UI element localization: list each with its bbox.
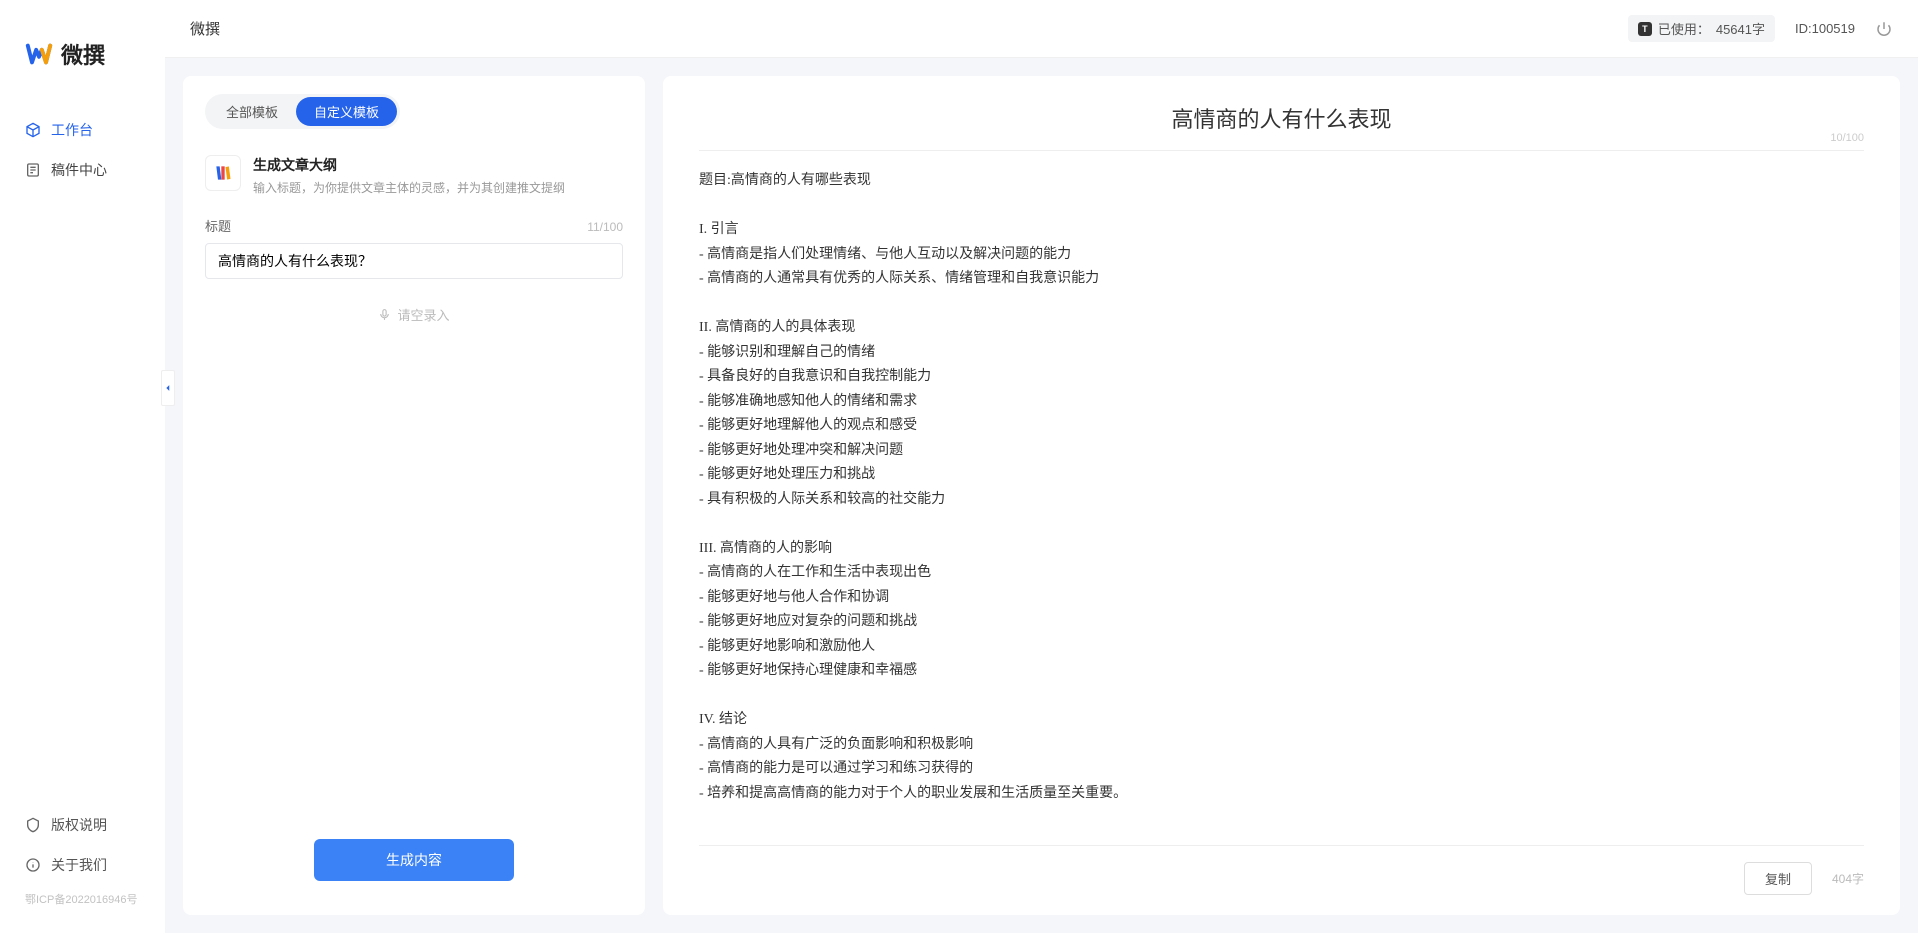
topbar-right: T 已使用： 45641字 ID:100519 [1628, 15, 1893, 42]
template-card: 生成文章大纲 输入标题，为你提供文章主体的灵感，并为其创建推文提纲 [205, 149, 623, 216]
user-id: ID:100519 [1795, 21, 1855, 36]
output-footer: 复制 404字 [699, 845, 1864, 895]
info-icon [25, 857, 41, 873]
template-tabs: 全部模板 自定义模板 [205, 94, 400, 129]
generate-button[interactable]: 生成内容 [314, 839, 514, 881]
text-icon: T [1638, 22, 1652, 36]
template-desc: 输入标题，为你提供文章主体的灵感，并为其创建推文提纲 [253, 179, 565, 196]
voice-hint-text: 请空录入 [397, 305, 449, 324]
voice-input-hint[interactable]: 请空录入 [205, 293, 623, 336]
nav-label: 工作台 [51, 120, 93, 140]
logo-text: 微撰 [61, 38, 105, 70]
output-panel: 高情商的人有什么表现 10/100 题目:高情商的人有哪些表现 I. 引言 - … [663, 76, 1900, 915]
output-word-count: 404字 [1832, 870, 1864, 887]
nav-label: 版权说明 [51, 815, 107, 835]
document-icon [25, 162, 41, 178]
title-char-count: 11/100 [587, 220, 623, 234]
left-panel: 全部模板 自定义模板 生成文章大纲 输入标题，为你提供文章主体的灵感，并为其创建… [183, 76, 645, 915]
nav-item-drafts[interactable]: 稿件中心 [0, 150, 165, 190]
mic-icon [378, 308, 391, 321]
main: 微撰 T 已使用： 45641字 ID:100519 全部模板 自定义模板 [165, 0, 1918, 933]
usage-badge: T 已使用： 45641字 [1628, 15, 1775, 42]
output-header: 高情商的人有什么表现 10/100 [699, 102, 1864, 151]
logo-icon [25, 40, 53, 68]
template-title: 生成文章大纲 [253, 155, 565, 175]
sidebar-collapse-handle[interactable] [161, 370, 175, 406]
output-body[interactable]: 题目:高情商的人有哪些表现 I. 引言 - 高情商是指人们处理情绪、与他人互动以… [699, 169, 1864, 829]
tab-custom-templates[interactable]: 自定义模板 [296, 97, 397, 126]
logo: 微撰 [0, 18, 165, 110]
sidebar: 微撰 工作台 稿件中心 版权说明 [0, 0, 165, 933]
usage-value: 45641字 [1716, 19, 1765, 38]
output-title: 高情商的人有什么表现 [699, 102, 1864, 134]
cube-icon [25, 122, 41, 138]
content: 全部模板 自定义模板 生成文章大纲 输入标题，为你提供文章主体的灵感，并为其创建… [165, 58, 1918, 933]
template-info: 生成文章大纲 输入标题，为你提供文章主体的灵感，并为其创建推文提纲 [253, 155, 565, 196]
books-icon [213, 163, 233, 183]
nav-label: 关于我们 [51, 855, 107, 875]
topbar: 微撰 T 已使用： 45641字 ID:100519 [165, 0, 1918, 58]
chevron-left-icon [163, 383, 173, 393]
title-form-group: 标题 11/100 [205, 216, 623, 279]
usage-label: 已使用： [1658, 19, 1710, 38]
output-top-count: 10/100 [1830, 132, 1864, 144]
copy-button[interactable]: 复制 [1744, 862, 1812, 895]
nav-bottom: 版权说明 关于我们 鄂ICP备2022016946号 [0, 805, 165, 933]
nav-item-copyright[interactable]: 版权说明 [0, 805, 165, 845]
template-icon [205, 155, 241, 191]
nav-label: 稿件中心 [51, 160, 107, 180]
page-title: 微撰 [190, 18, 220, 39]
shield-icon [25, 817, 41, 833]
tab-all-templates[interactable]: 全部模板 [208, 97, 296, 126]
nav-main: 工作台 稿件中心 [0, 110, 165, 805]
nav-item-workspace[interactable]: 工作台 [0, 110, 165, 150]
icp-text: 鄂ICP备2022016946号 [0, 885, 165, 913]
title-label: 标题 [205, 216, 231, 235]
title-input[interactable] [205, 243, 623, 279]
power-icon[interactable] [1875, 20, 1893, 38]
nav-item-about[interactable]: 关于我们 [0, 845, 165, 885]
